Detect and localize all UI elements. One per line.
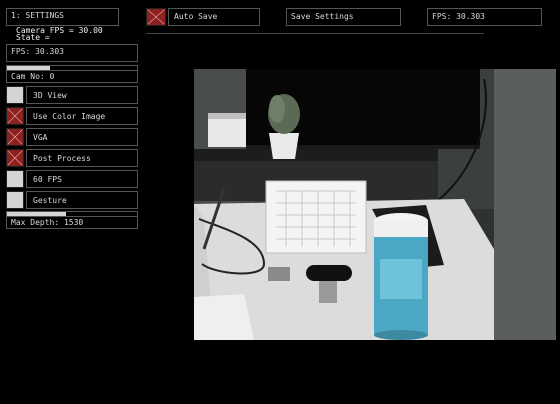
toggle-60-fps-label: 60 FPS (33, 175, 62, 184)
checkbox-gesture[interactable] (6, 191, 24, 209)
panel-fps-label: FPS: 30.303 (11, 47, 64, 56)
toggle-gesture-label-box: Gesture (26, 191, 138, 209)
toggle-3d-view[interactable]: 3D View (6, 86, 138, 104)
max-depth-label: Max Depth: 1530 (11, 218, 84, 227)
toggle-vga-label: VGA (33, 133, 48, 142)
max-depth-box: Max Depth: 1530 (6, 216, 138, 229)
toggle-vga[interactable]: VGA (6, 128, 138, 146)
toggle-post-process[interactable]: Post Process (6, 149, 138, 167)
auto-save-toggle[interactable]: Auto Save (146, 8, 260, 26)
save-settings-label: Save Settings (291, 12, 354, 21)
cam-no-box[interactable]: Cam No: 0 (6, 70, 138, 83)
settings-title-box[interactable]: 1: SETTINGS (6, 8, 119, 26)
x-mark-icon (7, 150, 23, 166)
toggle-3d-view-label: 3D View (33, 91, 67, 100)
x-mark-icon (7, 108, 23, 124)
top-fps-box: FPS: 30.303 (427, 8, 542, 26)
toggle-post-process-label: Post Process (33, 154, 91, 163)
x-mark-icon (147, 9, 165, 25)
cam-no-label: Cam No: 0 (11, 72, 55, 81)
checkbox-60-fps[interactable] (6, 170, 24, 188)
auto-save-label-box: Auto Save (168, 8, 260, 26)
toggle-use-color-image-label-box: Use Color Image (26, 107, 138, 125)
toggle-3d-view-label-box: 3D View (26, 86, 138, 104)
toggle-60-fps-label-box: 60 FPS (26, 170, 138, 188)
checkbox-3d-view[interactable] (6, 86, 24, 104)
toggle-use-color-image-label: Use Color Image (33, 112, 106, 121)
auto-save-label: Auto Save (174, 12, 218, 21)
settings-title: 1: SETTINGS (11, 11, 64, 20)
x-mark-icon (7, 129, 23, 145)
checkbox-vga[interactable] (6, 128, 24, 146)
toggle-post-process-label-box: Post Process (26, 149, 138, 167)
camera-feed-image (194, 69, 556, 340)
camera-view (194, 69, 556, 340)
state-readout: State = (16, 33, 50, 42)
top-fps-label: FPS: 30.303 (432, 12, 485, 21)
checkbox-use-color-image[interactable] (6, 107, 24, 125)
toggle-use-color-image[interactable]: Use Color Image (6, 107, 138, 125)
toggle-gesture-label: Gesture (33, 196, 67, 205)
toggle-vga-label-box: VGA (26, 128, 138, 146)
panel-fps-box: FPS: 30.303 (6, 44, 138, 62)
header-divider (146, 33, 484, 34)
checkbox-post-process[interactable] (6, 149, 24, 167)
checkbox-auto-save[interactable] (146, 8, 166, 26)
save-settings-button[interactable]: Save Settings (286, 8, 401, 26)
toggle-60-fps[interactable]: 60 FPS (6, 170, 138, 188)
toggle-gesture[interactable]: Gesture (6, 191, 138, 209)
